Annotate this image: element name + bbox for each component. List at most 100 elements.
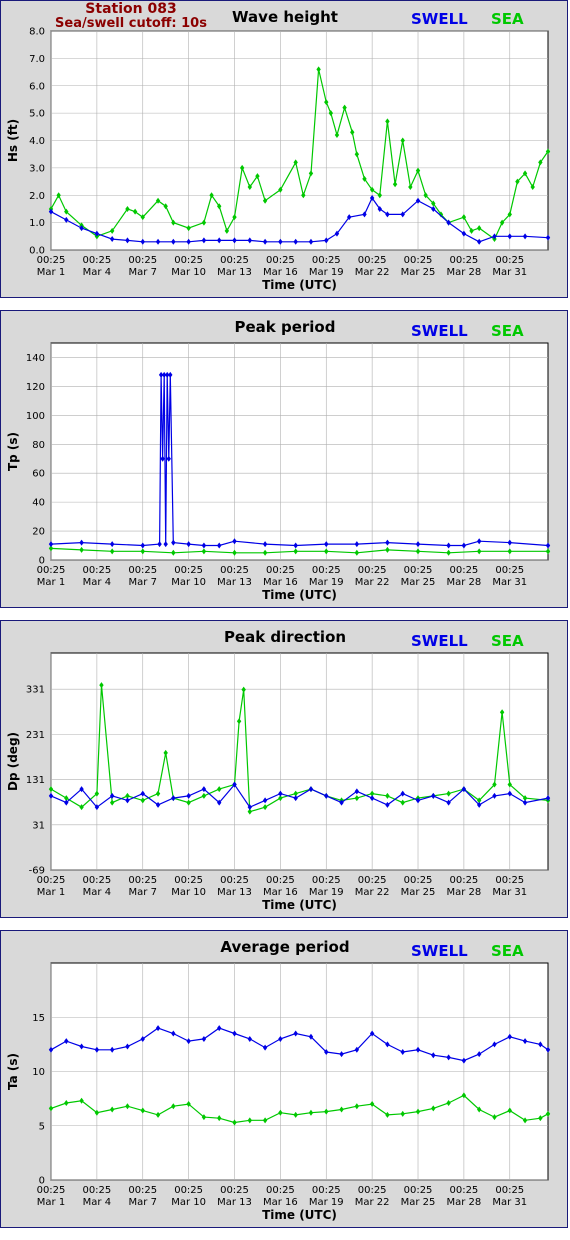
x-tick-date: Mar 1	[37, 1197, 65, 1208]
legend-swell: SWELL	[411, 942, 468, 960]
x-tick-date: Mar 19	[309, 267, 344, 278]
x-tick-date: Mar 28	[447, 577, 482, 588]
y-tick-label: 5.0	[29, 109, 45, 120]
x-tick-time: 00:25	[37, 565, 66, 576]
legend-swell: SWELL	[411, 632, 468, 650]
peak-direction-panel: -69 31 131 231 331 00:25 Mar 1 00:25 Mar 4 00:25 M…	[0, 620, 568, 918]
x-tick-date: Mar 31	[492, 887, 527, 898]
x-tick-time: 00:25	[220, 875, 249, 886]
peak-period-chart: 02040608010012014000:25Mar 100:25Mar 400…	[6, 318, 551, 602]
y-tick-label: 331	[26, 685, 45, 696]
plot-area	[50, 652, 549, 871]
wave-height-chart: 0.01.02.03.04.05.06.07.08.000:25Mar 100:…	[6, 8, 551, 292]
y-tick-label: 15	[32, 1013, 45, 1024]
x-tick-date: Mar 7	[129, 887, 157, 898]
x-tick-date: Mar 31	[492, 577, 527, 588]
x-tick-date: Mar 13	[217, 577, 252, 588]
x-tick-date: Mar 19	[309, 887, 344, 898]
y-tick-label: 120	[26, 382, 45, 393]
x-tick-time: 00:25	[358, 875, 387, 886]
x-tick-time: 00:25	[174, 1185, 203, 1196]
x-tick-date: Mar 22	[355, 887, 390, 898]
x-tick-date: Mar 10	[171, 267, 206, 278]
x-tick-date: Mar 13	[217, 1197, 252, 1208]
x-tick-date: Mar 4	[83, 267, 111, 278]
legend-swell: SWELL	[411, 10, 468, 28]
x-tick-date: Mar 4	[83, 1197, 111, 1208]
y-tick-label: 6.0	[29, 81, 45, 92]
x-tick-time: 00:25	[128, 255, 157, 266]
x-tick-date: Mar 28	[447, 887, 482, 898]
x-tick-time: 00:25	[174, 875, 203, 886]
chart-title: Average period	[220, 938, 349, 956]
x-tick-time: 00:25	[495, 1185, 524, 1196]
x-axis-label: Time (UTC)	[262, 1208, 337, 1222]
x-tick-date: Mar 31	[492, 267, 527, 278]
cutoff-subtitle: Sea/swell cutoff: 10s	[55, 16, 207, 31]
x-tick-date: Mar 10	[171, 887, 206, 898]
x-tick-date: Mar 1	[37, 267, 65, 278]
x-tick-date: Mar 4	[83, 887, 111, 898]
x-tick-time: 00:25	[404, 255, 433, 266]
x-tick-time: 00:25	[312, 875, 341, 886]
x-tick-time: 00:25	[266, 255, 295, 266]
peak-period-panel: 0 20 40 60 80 100 120 140 00:25 Mar 1 00:25 Mar 4 00…	[0, 310, 568, 608]
x-tick-date: Mar 13	[217, 267, 252, 278]
x-tick-time: 00:25	[495, 255, 524, 266]
legend-sea: SEA	[491, 322, 524, 340]
x-tick-date: Mar 28	[447, 267, 482, 278]
x-tick-time: 00:25	[220, 565, 249, 576]
y-tick-label: 40	[32, 498, 45, 509]
y-tick-label: 131	[26, 775, 45, 786]
x-tick-date: Mar 1	[37, 887, 65, 898]
x-tick-time: 00:25	[358, 255, 387, 266]
y-tick-label: 140	[26, 353, 45, 364]
x-tick-time: 00:25	[449, 1185, 478, 1196]
x-tick-date: Mar 22	[355, 267, 390, 278]
x-tick-date: Mar 16	[263, 1197, 298, 1208]
y-axis-label: Ta (s)	[6, 1053, 20, 1090]
y-tick-label: 231	[26, 730, 45, 741]
x-tick-time: 00:25	[404, 875, 433, 886]
x-tick-date: Mar 16	[263, 577, 298, 588]
x-tick-time: 00:25	[128, 875, 157, 886]
x-tick-time: 00:25	[358, 1185, 387, 1196]
x-tick-time: 00:25	[174, 565, 203, 576]
legend-sea: SEA	[491, 942, 524, 960]
y-tick-label: 20	[32, 527, 45, 538]
legend-sea: SEA	[491, 632, 524, 650]
x-tick-time: 00:25	[266, 875, 295, 886]
x-tick-date: Mar 16	[263, 887, 298, 898]
x-tick-time: 00:25	[128, 565, 157, 576]
x-tick-date: Mar 7	[129, 1197, 157, 1208]
x-tick-time: 00:25	[82, 255, 111, 266]
x-tick-date: Mar 10	[171, 577, 206, 588]
y-tick-label: 4.0	[29, 136, 45, 147]
x-tick-date: Mar 10	[171, 1197, 206, 1208]
x-tick-date: Mar 4	[83, 577, 111, 588]
y-axis-label: Dp (deg)	[6, 732, 20, 791]
x-axis-label: Time (UTC)	[262, 898, 337, 912]
x-tick-date: Mar 19	[309, 577, 344, 588]
x-tick-date: Mar 13	[217, 887, 252, 898]
y-tick-label: 80	[32, 440, 45, 451]
legend-sea: SEA	[491, 10, 524, 28]
y-tick-label: 5	[39, 1121, 45, 1132]
x-tick-time: 00:25	[266, 565, 295, 576]
x-tick-time: 00:25	[220, 255, 249, 266]
y-axis-label: Hs (ft)	[6, 119, 20, 162]
chart-title: Peak period	[235, 318, 336, 336]
x-tick-date: Mar 31	[492, 1197, 527, 1208]
y-axis-label: Tp (s)	[6, 432, 20, 471]
station-title: Station 083	[85, 1, 177, 17]
x-axis-label: Time (UTC)	[262, 278, 337, 292]
average-period-panel: 0 5 10 15 00:25 Mar 1 00:25 Mar 4 00:25 Mar 7 00:2…	[0, 930, 568, 1228]
plot-area	[50, 342, 549, 561]
x-tick-time: 00:25	[37, 875, 66, 886]
y-tick-label: 2.0	[29, 191, 45, 202]
x-tick-time: 00:25	[82, 1185, 111, 1196]
x-tick-time: 00:25	[495, 875, 524, 886]
x-tick-time: 00:25	[220, 1185, 249, 1196]
x-tick-time: 00:25	[128, 1185, 157, 1196]
x-tick-date: Mar 25	[401, 1197, 436, 1208]
